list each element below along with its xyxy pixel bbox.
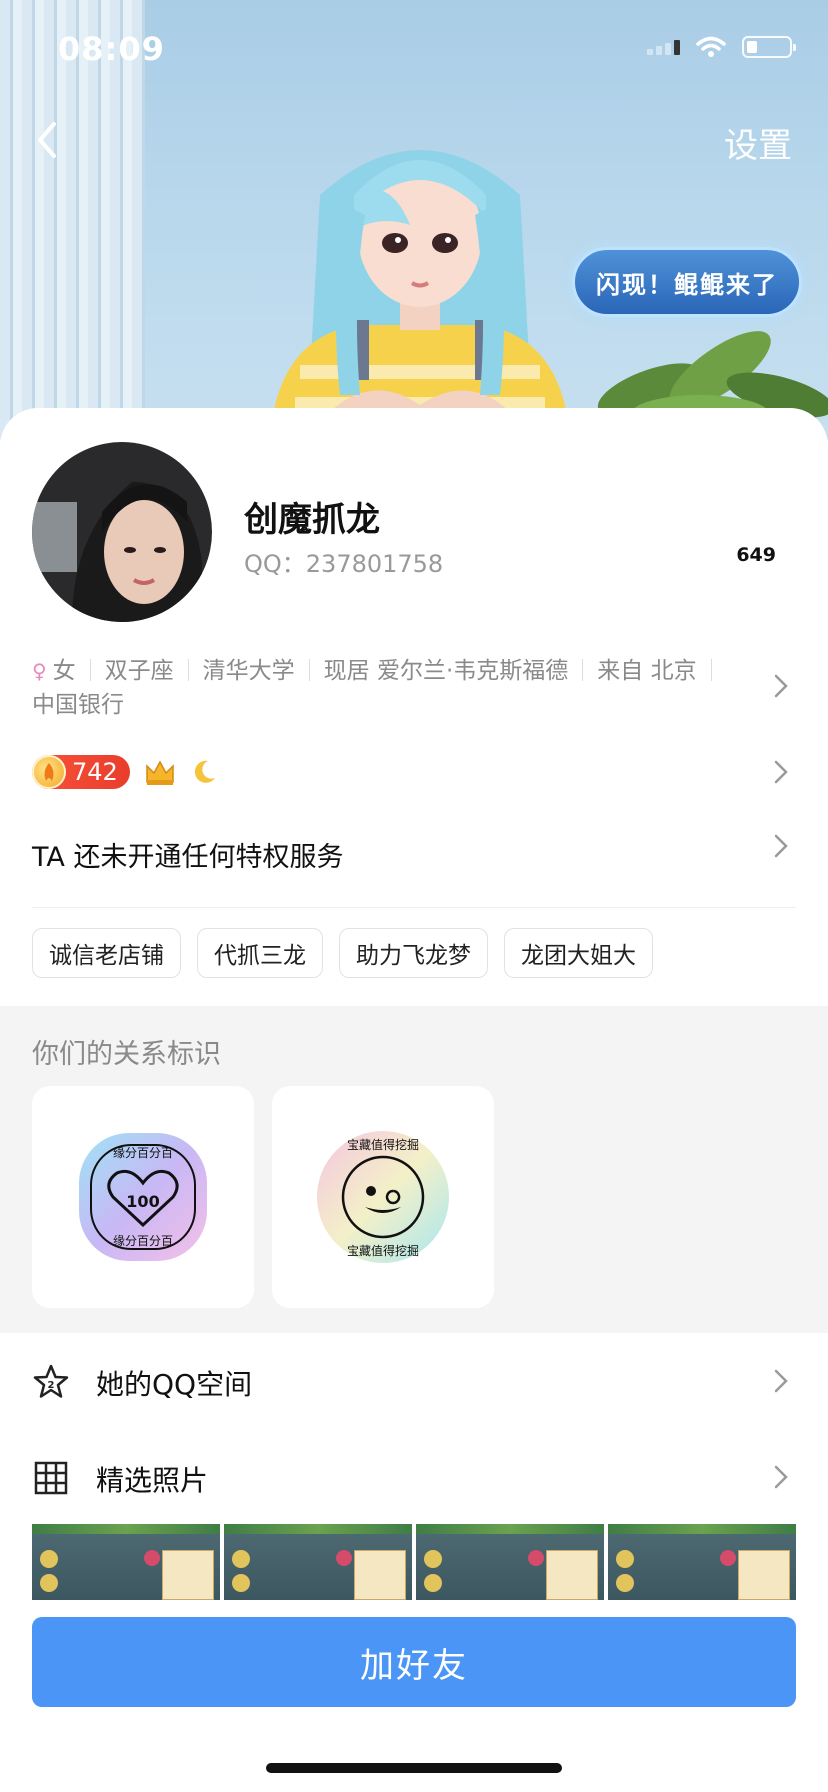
like-count[interactable]: 649: [736, 544, 776, 566]
wifi-icon: [696, 36, 726, 57]
tag[interactable]: 龙团大姐大: [504, 928, 653, 978]
privilege-status[interactable]: TA 还未开通任何特权服务: [32, 835, 343, 874]
photos-label: 精选照片: [96, 1464, 209, 1497]
level-row[interactable]: 742: [32, 752, 218, 792]
school-text: 清华大学: [202, 658, 295, 684]
svg-text:2: 2: [48, 1380, 55, 1391]
grid-icon: [34, 1461, 68, 1495]
flash-badge[interactable]: 闪现！鲲鲲来了: [572, 247, 802, 317]
level-badge: 742: [32, 755, 130, 789]
residence-text: 现居 爱尔兰·韦克斯福德: [323, 658, 569, 684]
photo-thumbnail[interactable]: [608, 1524, 796, 1600]
status-icons: [647, 36, 796, 58]
badge-top-text: 缘分百分百: [113, 1146, 173, 1160]
chevron-right-icon[interactable]: [770, 830, 792, 862]
separator: [710, 659, 712, 681]
divider: [32, 907, 796, 908]
heart-badge-icon: 100 缘分百分百 缘分百分百: [79, 1133, 207, 1261]
chevron-right-icon[interactable]: [770, 670, 792, 702]
status-time: 08:09: [58, 30, 165, 68]
separator: [308, 659, 310, 681]
hometown-text: 来自 北京: [597, 658, 697, 684]
badge-bottom-text: 缘分百分百: [113, 1234, 173, 1248]
relation-card[interactable]: 100 缘分百分百 缘分百分百: [32, 1086, 254, 1308]
smiley-badge-icon: 宝藏值得挖掘 宝藏值得挖掘: [317, 1131, 449, 1263]
add-friend-button[interactable]: 加好友: [32, 1617, 796, 1707]
battery-icon: [742, 36, 796, 58]
badge-top-text: 宝藏值得挖掘: [347, 1137, 419, 1152]
photo-thumbnail[interactable]: [224, 1524, 412, 1600]
qzone-row[interactable]: 2 她的QQ空间: [0, 1341, 828, 1421]
nickname: 创魔抓龙: [244, 500, 380, 540]
photos-row[interactable]: 精选照片: [0, 1437, 828, 1517]
separator: [582, 659, 584, 681]
avatar-3d-character: [270, 150, 570, 435]
back-icon[interactable]: [30, 118, 66, 162]
qzone-label: 她的QQ空间: [96, 1368, 253, 1401]
separator: [187, 659, 189, 681]
badge-bottom-text: 宝藏值得挖掘: [347, 1243, 419, 1258]
photo-thumbnail[interactable]: [32, 1524, 220, 1600]
moon-icon: [194, 760, 215, 783]
gender-text: 女: [52, 658, 76, 684]
tag[interactable]: 助力飞龙梦: [339, 928, 488, 978]
qq-number: QQ：237801758: [244, 550, 444, 578]
company-text: 中国银行: [32, 692, 124, 718]
badge-center-text: 100: [126, 1192, 159, 1211]
chevron-right-icon[interactable]: [770, 756, 792, 788]
level-value: 742: [72, 758, 118, 786]
tag-list: 诚信老店铺 代抓三龙 助力飞龙梦 龙团大姐大: [32, 928, 653, 978]
female-icon: ♀: [32, 659, 47, 683]
signal-icon: [647, 39, 680, 55]
profile-avatar[interactable]: [32, 442, 212, 622]
chevron-right-icon: [774, 1465, 788, 1489]
personal-info[interactable]: ♀ 女 双子座 清华大学 现居 爱尔兰·韦克斯福德 来自 北京中国银行: [32, 654, 762, 722]
tag[interactable]: 诚信老店铺: [32, 928, 181, 978]
star-icon: 2: [33, 1364, 69, 1398]
relations-title: 你们的关系标识: [32, 1039, 221, 1070]
relations-section: 你们的关系标识 100 缘分百分百 缘分百分百 宝藏值得挖掘 宝藏值得挖掘: [0, 1006, 828, 1333]
chevron-right-icon: [774, 1369, 788, 1393]
photo-thumbnail[interactable]: [416, 1524, 604, 1600]
relation-card[interactable]: 宝藏值得挖掘 宝藏值得挖掘: [272, 1086, 494, 1308]
cover-banner: 08:09 设置 闪现！鲲鲲来了: [0, 0, 828, 440]
separator: [89, 659, 91, 681]
photo-strip: [32, 1524, 796, 1600]
home-indicator[interactable]: [266, 1763, 562, 1773]
coin-icon: [32, 755, 66, 789]
crown-icon: [146, 760, 174, 785]
tag[interactable]: 代抓三龙: [197, 928, 323, 978]
zodiac-text: 双子座: [104, 658, 174, 684]
profile-card: 创魔抓龙 QQ：237801758 649 ♀ 女 双子座 清华大学 现居 爱尔兰·韦克…: [0, 408, 828, 1006]
settings-button[interactable]: 设置: [724, 118, 792, 167]
